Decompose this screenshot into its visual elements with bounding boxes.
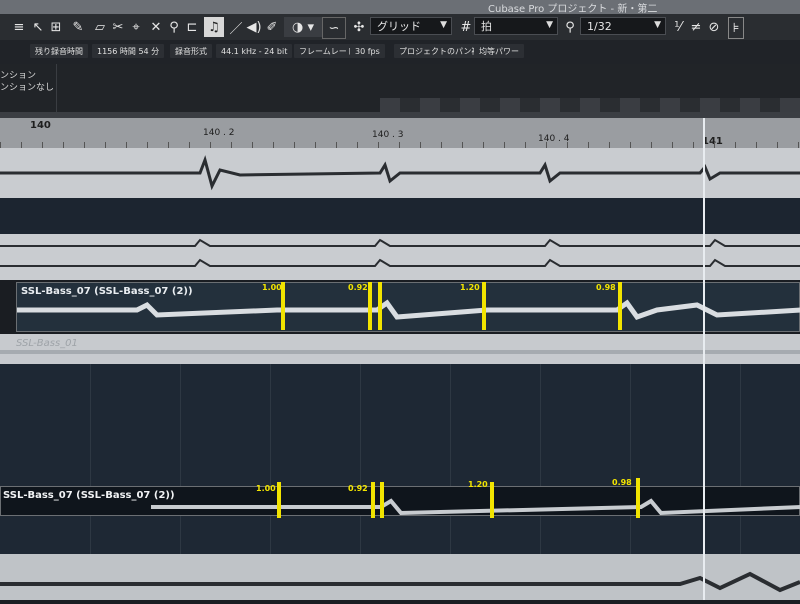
eraser-tool-icon[interactable]: ▱ — [92, 17, 108, 37]
pointer-tool-icon[interactable]: ↖ — [30, 17, 46, 37]
ghost-waveform — [0, 350, 800, 354]
split-tool-icon[interactable]: ✂ — [110, 17, 126, 37]
mute-tool-icon[interactable]: ✕ — [148, 17, 164, 37]
color-tool-icon[interactable]: ✐ — [264, 17, 280, 37]
search-icon[interactable]: ⚲ — [562, 17, 578, 37]
warp-marker-label: 1.20 — [468, 480, 488, 489]
clip-waveform-upper — [17, 299, 800, 320]
timewarp-tool-icon[interactable]: ♫ — [204, 17, 224, 37]
track-lane-3[interactable] — [0, 234, 800, 280]
waveform-1 — [0, 155, 800, 191]
warp-marker-label: 0.98 — [612, 478, 632, 487]
warp-marker-label: 0.92 — [348, 283, 368, 292]
chevron-down-icon: ▼ — [440, 20, 447, 30]
overview-strip — [380, 98, 800, 112]
warp-marker[interactable] — [636, 478, 640, 518]
frame-rate-value[interactable]: 30 fps — [350, 44, 385, 58]
zoom-tool-icon[interactable]: ⚲ — [166, 17, 182, 37]
window-title: Cubase Pro プロジェクト - 新・第二 — [488, 4, 658, 15]
pan-law-value[interactable]: 均等パワー — [474, 44, 524, 58]
glue-tool-icon[interactable]: ⌖ — [128, 17, 144, 37]
ruler-label-140-2: 140 . 2 — [203, 128, 235, 138]
inspector-value[interactable]: ンションなし — [0, 80, 54, 93]
timeline-ruler[interactable]: 140 140 . 2 140 . 3 140 . 4 141 — [0, 118, 800, 148]
snap-icon[interactable]: ✣ — [350, 17, 368, 37]
audio-clip-upper[interactable]: SSL-Bass_07 (SSL-Bass_07 (2)) — [16, 282, 800, 332]
mode-icon[interactable]: ≡ — [12, 17, 26, 37]
waveform-bottom — [0, 571, 800, 593]
remaining-time-label: 残り録音時間 — [30, 44, 88, 58]
warp-marker-label: 1.20 — [460, 283, 480, 292]
audio-clip-lower[interactable]: SSL-Bass_07 (SSL-Bass_07 (2)) — [0, 486, 800, 516]
warp-marker-label: 1.00 — [262, 283, 282, 292]
snap-mode-value: 拍 — [481, 20, 492, 33]
record-format-value[interactable]: 44.1 kHz - 24 bit — [216, 44, 293, 58]
track-lane-bottom[interactable] — [0, 554, 800, 600]
quantize-value: 1/32 — [587, 19, 612, 33]
warp-marker[interactable] — [482, 282, 486, 330]
warp-marker[interactable] — [490, 482, 494, 518]
warp-marker-label: 0.92 — [348, 484, 368, 493]
pencil-tool-icon[interactable]: ✎ — [70, 17, 86, 37]
hash-icon: # — [460, 19, 472, 35]
warp-marker[interactable] — [380, 482, 384, 518]
chevron-down-icon: ▼ — [546, 20, 553, 30]
warp-marker[interactable] — [371, 482, 375, 518]
record-format-label: 録音形式 — [170, 44, 212, 58]
playhead-cursor[interactable] — [703, 118, 705, 600]
quantize-apply-icon[interactable]: ≠ — [688, 17, 704, 37]
inspector-area: ンション ンションなし — [0, 64, 800, 112]
track-lane-2[interactable] — [0, 198, 800, 234]
ruler-label-140-3: 140 . 3 — [372, 130, 404, 140]
line-tool-icon[interactable]: ／ — [228, 17, 244, 37]
ruler-label-140: 140 — [30, 120, 51, 131]
waveform-3 — [0, 238, 800, 267]
track-lane-1[interactable] — [0, 148, 800, 198]
toolbar: ≡ ↖ ⊞ ✎ ▱ ✂ ⌖ ✕ ⚲ ⊏ ♫ ／ ◀) ✐ ◑ ▾ ∽ ✣ グリッ… — [0, 14, 800, 41]
snap-mode-select[interactable]: 拍 ▼ — [474, 17, 558, 35]
layout-icon[interactable]: ⊧ — [728, 17, 744, 39]
info-line: 残り録音時間 1156 時間 54 分 録音形式 44.1 kHz - 24 b… — [0, 40, 800, 64]
reset-quantize-icon[interactable]: ⊘ — [706, 17, 722, 37]
warp-marker-label: 1.00 — [256, 484, 276, 493]
iterative-quantize-icon[interactable]: ⅟ — [670, 17, 686, 37]
warp-marker[interactable] — [378, 282, 382, 330]
grid-type-select[interactable]: グリッド ▼ — [370, 17, 452, 35]
warp-marker[interactable] — [368, 282, 372, 330]
autoscroll-icon[interactable]: ∽ — [322, 17, 346, 39]
clip-waveform-lower — [151, 498, 800, 516]
warp-marker-label: 0.98 — [596, 283, 616, 292]
grid-type-value: グリッド — [377, 20, 421, 33]
speaker-tool-icon[interactable]: ◀) — [246, 17, 262, 37]
inspector-divider — [56, 64, 57, 112]
ghost-clip-lane[interactable]: SSL-Bass_01 — [0, 334, 800, 364]
chevron-down-icon: ▼ — [654, 20, 661, 30]
warp-marker[interactable] — [277, 482, 281, 518]
palette-dropdown[interactable]: ◑ ▾ — [284, 17, 322, 37]
range-tool-icon[interactable]: ⊞ — [48, 17, 64, 37]
remaining-time-value: 1156 時間 54 分 — [92, 44, 165, 58]
quantize-select[interactable]: 1/32 ▼ — [580, 17, 666, 35]
comp-tool-icon[interactable]: ⊏ — [184, 17, 200, 37]
warp-marker[interactable] — [618, 282, 622, 330]
title-bar: Cubase Pro プロジェクト - 新・第二 — [0, 0, 800, 15]
